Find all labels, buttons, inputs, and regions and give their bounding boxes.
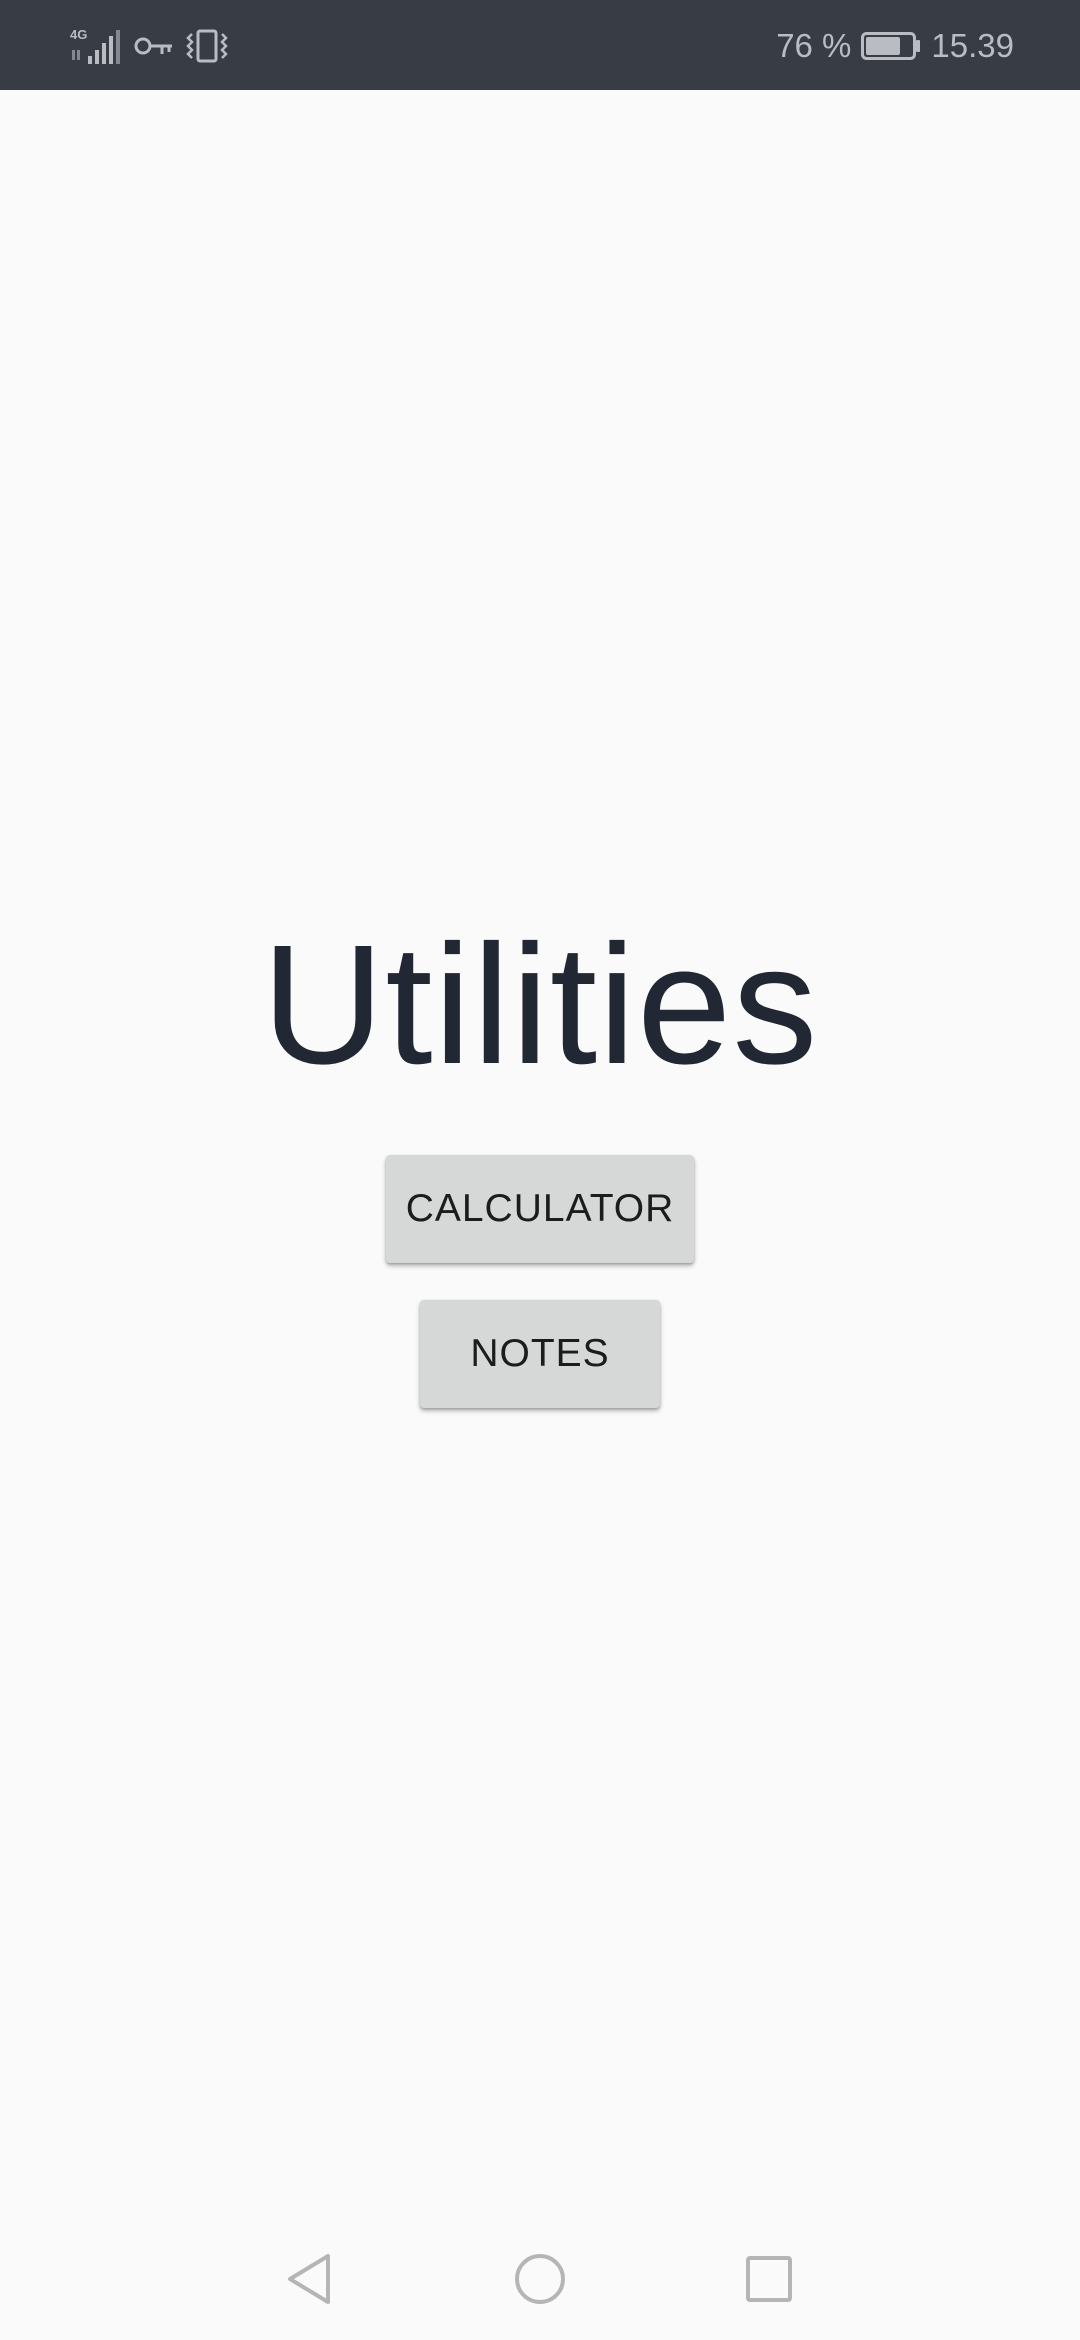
navigation-bar <box>0 2214 1080 2340</box>
recents-button[interactable] <box>734 2244 804 2314</box>
recents-icon <box>744 2254 794 2304</box>
back-icon <box>284 2252 334 2306</box>
clock-time: 15.39 <box>931 27 1014 64</box>
signal-icon: 4G <box>70 26 122 66</box>
vibrate-icon <box>186 26 228 66</box>
back-button[interactable] <box>274 2244 344 2314</box>
battery-fill <box>866 37 901 55</box>
calculator-button[interactable]: CALCULATOR <box>386 1155 694 1263</box>
network-type-label: 4G <box>70 27 87 42</box>
status-bar: 4G 76 % 15.39 <box>0 0 1080 90</box>
vpn-key-icon <box>134 26 174 66</box>
status-icons-left: 4G <box>70 24 228 68</box>
page-title: Utilities <box>261 910 819 1100</box>
home-button[interactable] <box>505 2244 575 2314</box>
notes-button[interactable]: NOTES <box>420 1300 660 1408</box>
battery-icon <box>861 31 921 61</box>
status-info-right: 76 % 15.39 <box>776 24 1014 68</box>
app-screen: 4G 76 % 15.39 Utilities CALCULATOR NOTES <box>0 0 1080 2340</box>
battery-percentage: 76 % <box>776 27 852 64</box>
home-icon <box>513 2252 567 2306</box>
